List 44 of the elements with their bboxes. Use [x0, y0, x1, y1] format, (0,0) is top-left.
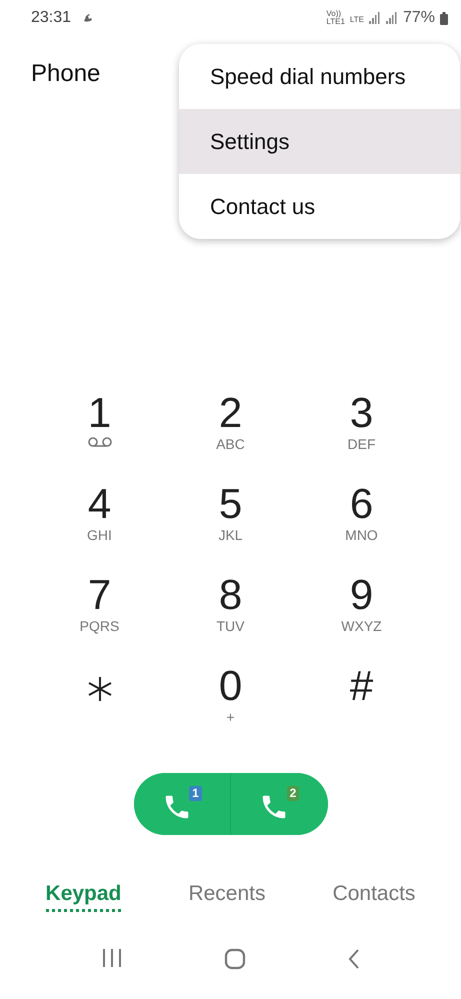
signal-icon — [368, 12, 381, 24]
network-label: Vo)) — [326, 10, 342, 18]
key-digit: 8 — [218, 572, 242, 618]
notification-icon — [83, 13, 94, 23]
network-label: LTE1 — [326, 18, 345, 26]
tab[interactable]: Recents — [188, 880, 266, 912]
key-digit: 3 — [350, 390, 374, 436]
asterisk-icon — [86, 675, 114, 703]
network-label: LTE — [350, 14, 364, 26]
battery-icon — [440, 12, 448, 24]
battery-percent: 77% — [402, 8, 435, 28]
back-icon[interactable] — [346, 948, 360, 970]
key-digit: 2 — [218, 390, 242, 436]
status-time: 23:31 — [31, 8, 72, 28]
key-letters: TUV — [216, 618, 244, 634]
menu-item[interactable]: Speed dial numbers — [179, 44, 460, 109]
menu-item[interactable]: Contact us — [179, 174, 460, 239]
key-digit: 7 — [88, 572, 112, 618]
key-letters: DEF — [348, 436, 376, 452]
tab[interactable]: Keypad — [46, 880, 122, 912]
key-letters: ABC — [216, 436, 245, 452]
tab[interactable]: Contacts — [332, 880, 416, 912]
key-letters: GHI — [87, 527, 112, 543]
signal-icon — [386, 12, 398, 24]
key-letters: PQRS — [80, 618, 120, 634]
sim-badge: 2 — [286, 786, 300, 801]
key-digit: # — [350, 663, 374, 709]
menu-item[interactable]: Settings — [179, 109, 460, 174]
key-letters: WXYZ — [341, 618, 382, 634]
key-letters: JKL — [218, 527, 243, 543]
call-button[interactable]: 2 — [230, 773, 328, 835]
key-digit: 1 — [88, 390, 112, 436]
key-letters: + — [226, 709, 235, 725]
key-digit: 9 — [350, 572, 374, 618]
key-digit: 4 — [88, 481, 112, 527]
app-title: Phone — [31, 60, 100, 87]
voicemail-icon — [86, 436, 112, 448]
key-digit: 0 — [218, 663, 242, 709]
home-icon[interactable] — [224, 948, 246, 970]
key-letters: MNO — [345, 527, 378, 543]
key-digit: 5 — [218, 481, 242, 527]
key-digit: 6 — [350, 481, 374, 527]
recent-apps-icon[interactable] — [100, 948, 122, 968]
sim-badge: 1 — [189, 786, 202, 801]
